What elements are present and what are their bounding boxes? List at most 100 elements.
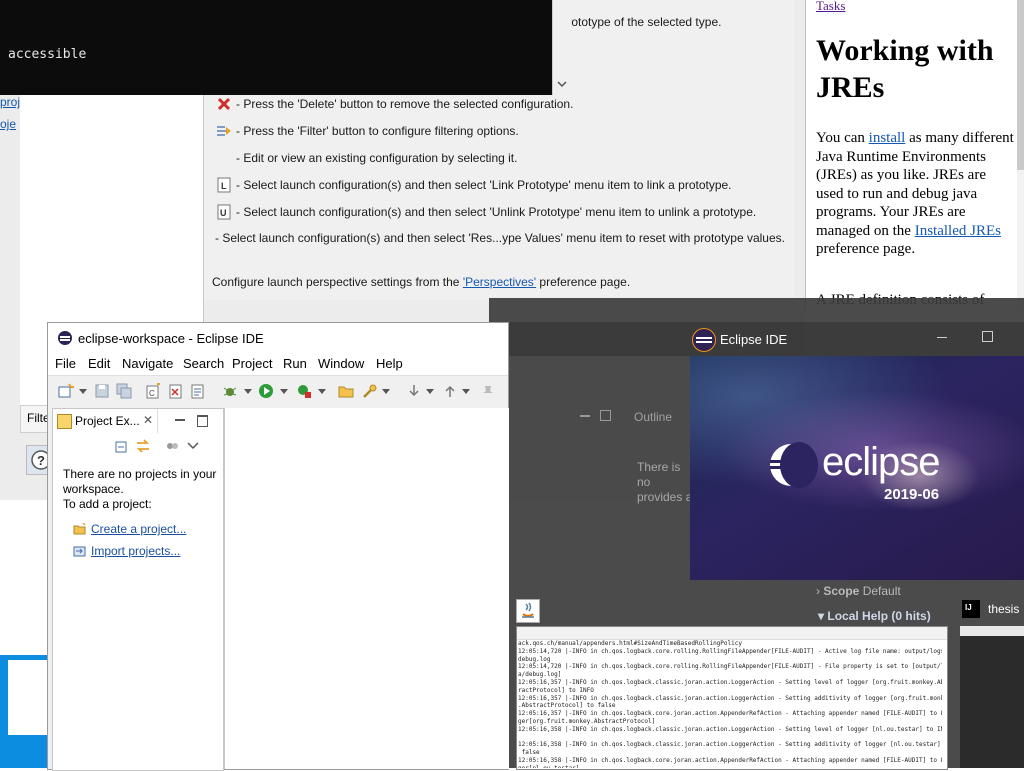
menu-help[interactable]: Help bbox=[376, 356, 403, 371]
search-icon[interactable] bbox=[362, 383, 378, 399]
maximize-icon[interactable] bbox=[197, 415, 208, 427]
menu-window[interactable]: Window bbox=[318, 356, 364, 371]
filters-icon[interactable] bbox=[165, 439, 179, 453]
help-browser: Tasks Working with JREs You can install … bbox=[805, 0, 1024, 310]
config-list-links: proj oje bbox=[0, 90, 20, 160]
tab-label: Project Ex... bbox=[75, 414, 140, 428]
window-titlebar[interactable]: eclipse-workspace - Eclipse IDE bbox=[48, 323, 508, 353]
view-menu-icon[interactable] bbox=[187, 441, 199, 451]
intellij-thumbnail-toolbar bbox=[960, 626, 1024, 636]
chevron-down-icon[interactable] bbox=[318, 389, 326, 394]
link-prototype-icon: L bbox=[217, 177, 231, 193]
installed-jres-link[interactable]: Installed JREs bbox=[915, 223, 1001, 239]
chevron-down-icon[interactable] bbox=[557, 80, 567, 88]
minimize-icon[interactable] bbox=[175, 419, 185, 421]
menu-project[interactable]: Project bbox=[232, 356, 272, 371]
chevron-down-icon[interactable] bbox=[79, 389, 87, 394]
help-row-text: - Select launch configuration(s) and the… bbox=[215, 231, 785, 245]
close-icon[interactable]: ✕ bbox=[143, 413, 153, 427]
intellij-icon-label: IJ bbox=[965, 603, 972, 612]
help-row-text: - Press the 'Filter' button to configure… bbox=[236, 124, 519, 138]
open-folder-icon[interactable] bbox=[338, 383, 354, 399]
next-annotation-icon[interactable] bbox=[406, 383, 422, 399]
chevron-down-icon[interactable] bbox=[244, 389, 252, 394]
scope-label: Scope bbox=[823, 584, 860, 598]
perspectives-note: Configure launch perspective settings fr… bbox=[204, 272, 794, 292]
config-link[interactable]: oje bbox=[0, 117, 16, 131]
terminal-window[interactable]: accessible bbox=[0, 0, 552, 95]
pin-icon[interactable] bbox=[480, 383, 496, 399]
intro-paragraph: You can install as many different Java R… bbox=[816, 129, 1016, 259]
collapse-all-icon[interactable] bbox=[113, 439, 127, 453]
editor-area[interactable] bbox=[224, 408, 509, 769]
eclipse-splash-screen: eclipse 2019-06 bbox=[690, 356, 1024, 580]
maximize-icon[interactable] bbox=[982, 331, 993, 342]
save-all-icon[interactable] bbox=[116, 383, 132, 399]
new-java-class-icon[interactable]: C bbox=[145, 383, 161, 399]
prev-annotation-icon[interactable] bbox=[442, 383, 458, 399]
create-project-link[interactable]: Create a project... bbox=[91, 522, 186, 536]
maximize-icon[interactable] bbox=[600, 410, 611, 421]
open-type-icon[interactable] bbox=[190, 383, 206, 399]
browser-scroll-thumb[interactable] bbox=[1017, 0, 1024, 170]
eclipse-workspace-window: eclipse-workspace - Eclipse IDE File Edi… bbox=[47, 322, 509, 771]
main-toolbar: C bbox=[48, 375, 508, 406]
menu-navigate[interactable]: Navigate bbox=[122, 356, 173, 371]
external-tools-icon[interactable] bbox=[296, 383, 312, 399]
console-log-thumbnail[interactable]: ack.qos.ch/manual/appenders.html#SizeAnd… bbox=[516, 626, 948, 770]
outline-tab[interactable]: Outline bbox=[634, 410, 672, 424]
import-projects-row[interactable]: Import projects... bbox=[73, 544, 221, 560]
help-row-text: - Edit or view an existing configuration… bbox=[236, 151, 518, 165]
empty-workspace-message: There are no projects in your workspace.… bbox=[63, 467, 223, 512]
perspectives-link[interactable]: 'Perspectives' bbox=[463, 275, 536, 289]
scope-row[interactable]: › Scope Default bbox=[816, 584, 901, 598]
help-row-edit: - Edit or view an existing configuration… bbox=[204, 148, 794, 168]
link-with-editor-icon[interactable] bbox=[135, 439, 151, 453]
java-app-icon[interactable] bbox=[516, 599, 540, 623]
help-row-text: - Press the 'Delete' button to remove th… bbox=[236, 97, 574, 111]
delete-resource-icon[interactable] bbox=[168, 383, 184, 399]
minimize-icon[interactable] bbox=[937, 337, 947, 338]
svg-text:U: U bbox=[220, 208, 227, 218]
eclipse-logo-icon bbox=[58, 331, 72, 345]
save-icon[interactable] bbox=[94, 383, 110, 399]
terminal-scrollbar[interactable] bbox=[552, 0, 571, 95]
run-icon[interactable] bbox=[258, 383, 274, 399]
menu-edit[interactable]: Edit bbox=[88, 356, 110, 371]
chevron-down-icon[interactable] bbox=[382, 389, 390, 394]
help-row-delete: - Press the 'Delete' button to remove th… bbox=[204, 94, 794, 114]
menu-file[interactable]: File bbox=[55, 356, 76, 371]
new-icon[interactable] bbox=[58, 383, 74, 399]
breadcrumb-link[interactable]: Tasks bbox=[816, 0, 845, 14]
minimize-icon[interactable] bbox=[580, 415, 590, 417]
tab-project-explorer[interactable]: Project Ex... ✕ bbox=[53, 409, 158, 433]
menu-search[interactable]: Search bbox=[183, 356, 224, 371]
import-projects-link[interactable]: Import projects... bbox=[91, 544, 180, 558]
import-icon bbox=[73, 546, 86, 557]
perspectives-text: preference page. bbox=[536, 275, 631, 289]
chevron-down-icon: ▾ bbox=[818, 609, 825, 623]
unlink-prototype-icon: U bbox=[217, 204, 231, 220]
help-row-text: - Select launch configuration(s) and the… bbox=[236, 205, 757, 219]
intellij-thumbnail[interactable] bbox=[960, 626, 1024, 768]
chevron-down-icon[interactable] bbox=[462, 389, 470, 394]
debug-icon[interactable] bbox=[222, 383, 238, 399]
help-row-unlink: U - Select launch configuration(s) and t… bbox=[204, 202, 794, 222]
empty-message-line: There are no projects in your workspace. bbox=[63, 467, 217, 496]
eclipse-logo-icon bbox=[692, 328, 716, 352]
intellij-icon[interactable]: IJ bbox=[962, 600, 980, 618]
svg-text:L: L bbox=[221, 181, 227, 191]
splash-brand: eclipse bbox=[822, 440, 941, 484]
chevron-down-icon[interactable] bbox=[280, 389, 288, 394]
delete-icon bbox=[217, 97, 231, 111]
outline-message: There is no provides a bbox=[637, 460, 693, 504]
svg-text:?: ? bbox=[37, 453, 45, 468]
project-explorer-icon bbox=[57, 414, 72, 429]
create-project-row[interactable]: Create a project... bbox=[73, 522, 221, 538]
config-link[interactable]: proj bbox=[0, 95, 20, 109]
chevron-down-icon[interactable] bbox=[426, 389, 434, 394]
terminal-line: accessible bbox=[8, 47, 87, 62]
menu-run[interactable]: Run bbox=[283, 356, 307, 371]
local-help-section[interactable]: ▾ Local Help (0 hits) bbox=[818, 609, 931, 623]
install-link[interactable]: install bbox=[869, 130, 906, 146]
